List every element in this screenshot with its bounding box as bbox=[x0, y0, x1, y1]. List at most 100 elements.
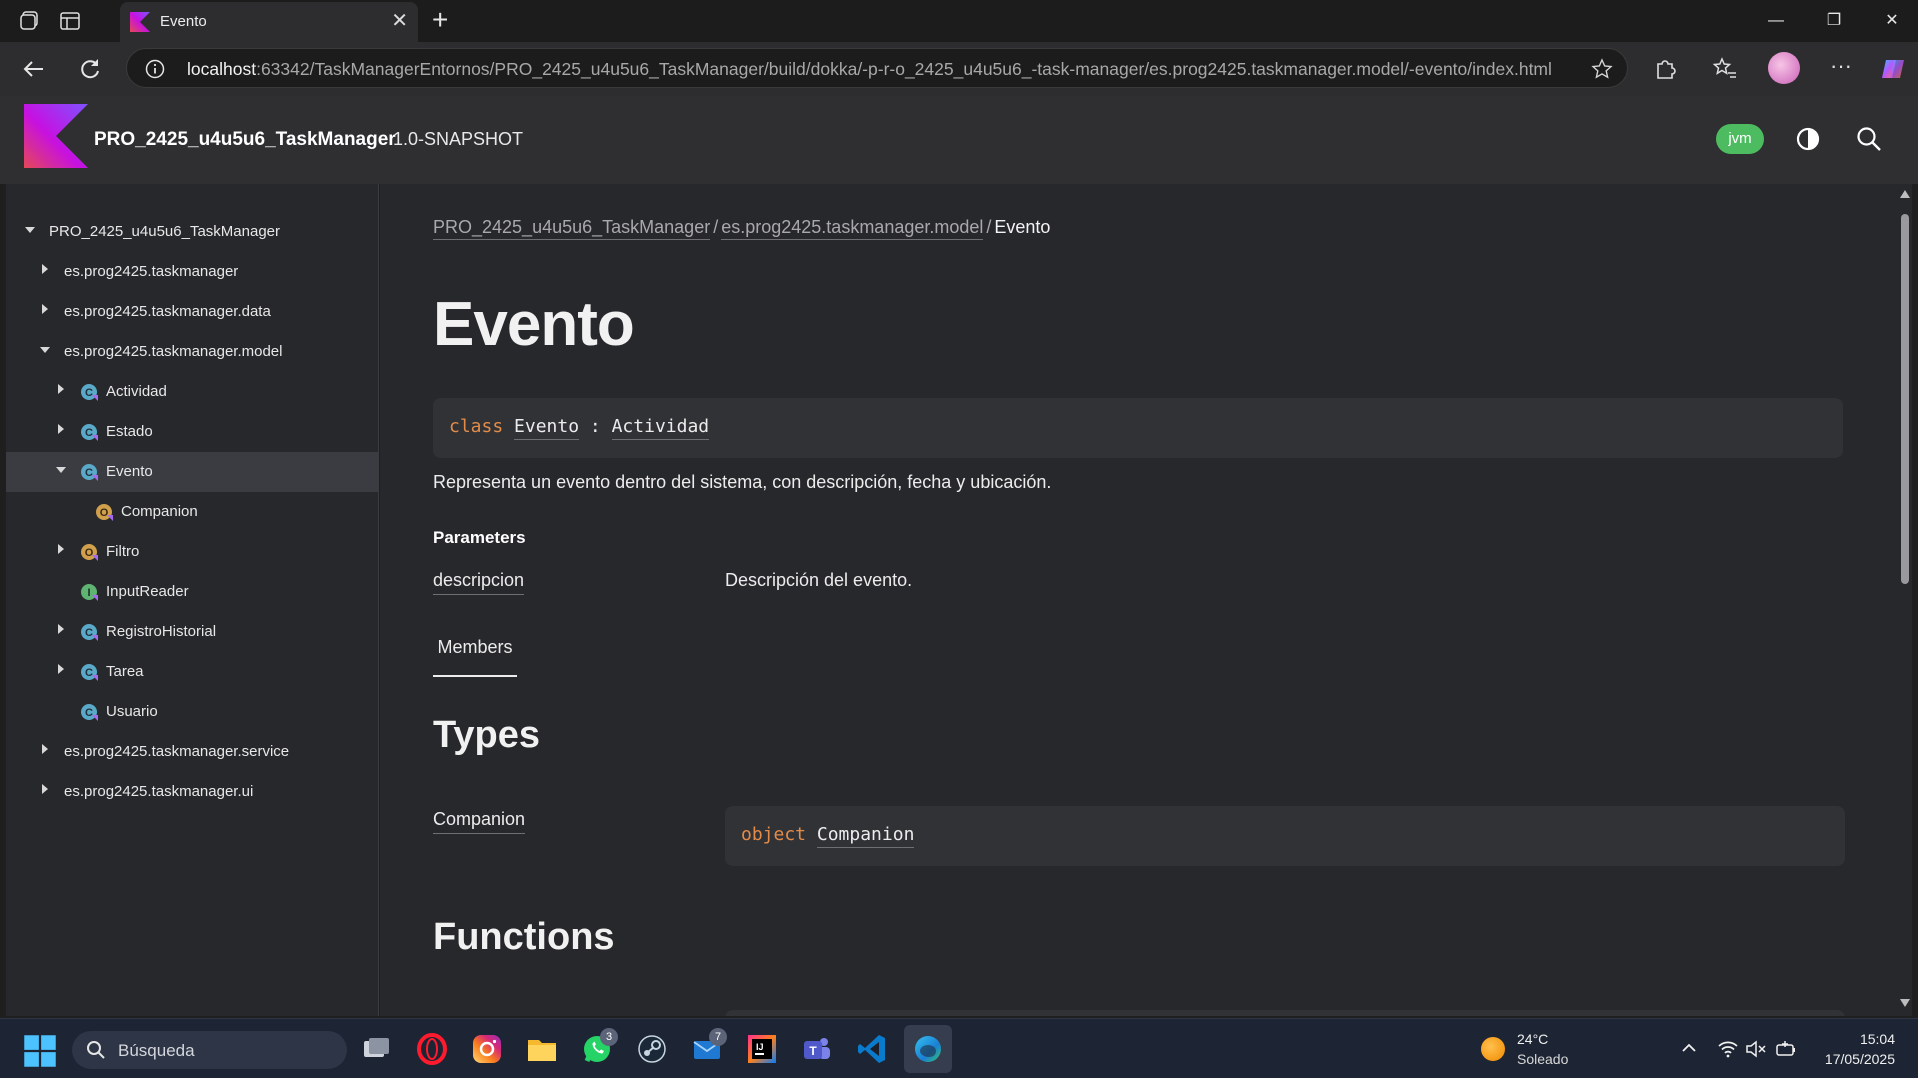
chevron-right-icon[interactable] bbox=[58, 384, 64, 394]
chevron-down-icon[interactable] bbox=[40, 347, 50, 353]
battery-icon[interactable] bbox=[1775, 1039, 1797, 1059]
scroll-down-icon[interactable] bbox=[1900, 999, 1910, 1007]
sidebar-item-package-data[interactable]: es.prog2425.taskmanager.data bbox=[6, 292, 379, 332]
file-explorer-icon[interactable] bbox=[524, 1031, 560, 1067]
sidebar-item-package-taskmanager[interactable]: es.prog2425.taskmanager bbox=[6, 252, 379, 292]
sidebar-item-package-model[interactable]: es.prog2425.taskmanager.model bbox=[6, 332, 379, 372]
sidebar-item-project-root[interactable]: PRO_2425_u4u5u6_TaskManager bbox=[6, 212, 379, 252]
page-scrollbar[interactable] bbox=[1898, 184, 1912, 1016]
chevron-right-icon[interactable] bbox=[42, 744, 48, 754]
restore-icon[interactable]: ❐ bbox=[1814, 6, 1854, 36]
svg-text:T: T bbox=[809, 1044, 817, 1058]
tab-evento[interactable]: Evento ✕ bbox=[120, 2, 418, 42]
minimize-icon[interactable]: — bbox=[1756, 6, 1796, 36]
url-path: :63342/TaskManagerEntornos/PRO_2425_u4u5… bbox=[256, 59, 1552, 79]
workspaces-icon[interactable] bbox=[18, 9, 42, 33]
clock-date[interactable]: 17/05/2025 bbox=[1815, 1051, 1895, 1067]
sidebar-item-label: Actividad bbox=[106, 383, 167, 400]
breadcrumb: PRO_2425_u4u5u6_TaskManager / es.prog2425.… bbox=[433, 217, 1050, 240]
sidebar-item-usuario[interactable]: C Usuario bbox=[6, 692, 379, 732]
type-signature-name[interactable]: Companion bbox=[816, 824, 915, 848]
wifi-icon[interactable] bbox=[1717, 1039, 1739, 1059]
breadcrumb-project-link[interactable]: PRO_2425_u4u5u6_TaskManager bbox=[433, 217, 711, 240]
copilot-icon[interactable] bbox=[1878, 54, 1908, 84]
theme-toggle-icon[interactable] bbox=[1795, 126, 1821, 152]
chevron-right-icon[interactable] bbox=[58, 544, 64, 554]
steam-icon[interactable] bbox=[634, 1031, 670, 1067]
address-bar[interactable]: localhost:63342/TaskManagerEntornos/PRO_… bbox=[126, 48, 1628, 88]
project-name[interactable]: PRO_2425_u4u5u6_TaskManager bbox=[94, 129, 396, 151]
chevron-right-icon[interactable] bbox=[42, 264, 48, 274]
svg-text:C: C bbox=[85, 427, 93, 439]
chevron-up-icon[interactable] bbox=[1680, 1039, 1698, 1057]
chevron-down-icon[interactable] bbox=[56, 467, 66, 473]
sidebar-item-label: es.prog2425.taskmanager.data bbox=[64, 303, 271, 320]
svg-text:C: C bbox=[85, 467, 93, 479]
type-keyword: object bbox=[741, 824, 807, 845]
profile-avatar[interactable] bbox=[1768, 52, 1800, 84]
functions-heading: Functions bbox=[433, 916, 615, 958]
type-name-link[interactable]: Companion bbox=[433, 809, 526, 834]
kotlin-logo-icon[interactable] bbox=[24, 104, 88, 168]
sidebar-item-inputreader[interactable]: I InputReader bbox=[6, 572, 379, 612]
url-text[interactable]: localhost:63342/TaskManagerEntornos/PRO_… bbox=[187, 59, 1552, 80]
signature-supertype-link[interactable]: Actividad bbox=[611, 416, 710, 440]
instagram-icon[interactable] bbox=[469, 1031, 505, 1067]
scroll-up-icon[interactable] bbox=[1900, 190, 1910, 198]
sidebar-item-package-service[interactable]: es.prog2425.taskmanager.service bbox=[6, 732, 379, 772]
sidebar-item-registrohistorial[interactable]: C RegistroHistorial bbox=[6, 612, 379, 652]
object-icon: O bbox=[81, 544, 98, 561]
close-window-icon[interactable]: ✕ bbox=[1872, 6, 1912, 36]
chevron-right-icon[interactable] bbox=[42, 784, 48, 794]
mail-badge: 7 bbox=[709, 1028, 727, 1046]
taskbar-search[interactable]: Búsqueda bbox=[72, 1031, 347, 1069]
more-menu-icon[interactable]: ··· bbox=[1826, 54, 1856, 84]
scroll-thumb[interactable] bbox=[1901, 214, 1909, 584]
object-icon: O bbox=[96, 504, 113, 521]
chevron-right-icon[interactable] bbox=[58, 424, 64, 434]
signature-class-name[interactable]: Evento bbox=[514, 416, 580, 440]
tab-actions-icon[interactable] bbox=[58, 9, 82, 33]
sidebar-item-label: Tarea bbox=[106, 663, 144, 680]
chevron-right-icon[interactable] bbox=[58, 664, 64, 674]
sidebar-item-estado[interactable]: C Estado bbox=[6, 412, 379, 452]
opera-icon[interactable] bbox=[414, 1031, 450, 1067]
back-icon[interactable] bbox=[18, 53, 50, 85]
extensions-icon[interactable] bbox=[1650, 54, 1680, 84]
chevron-right-icon[interactable] bbox=[42, 304, 48, 314]
svg-text:C: C bbox=[85, 707, 93, 719]
platform-filter-jvm[interactable]: jvm bbox=[1716, 124, 1764, 154]
sidebar-item-package-ui[interactable]: es.prog2425.taskmanager.ui bbox=[6, 772, 379, 812]
edge-icon[interactable] bbox=[910, 1031, 946, 1067]
site-info-icon[interactable] bbox=[145, 59, 165, 79]
teams-icon[interactable]: T bbox=[799, 1031, 835, 1067]
sidebar-item-actividad[interactable]: C Actividad bbox=[6, 372, 379, 412]
chevron-down-icon[interactable] bbox=[25, 227, 35, 233]
svg-text:I: I bbox=[87, 587, 90, 599]
chevron-right-icon[interactable] bbox=[58, 624, 64, 634]
clock-time[interactable]: 15:04 bbox=[1855, 1031, 1895, 1047]
sidebar-item-companion[interactable]: O Companion bbox=[6, 492, 379, 532]
windows-start-icon[interactable] bbox=[22, 1033, 58, 1069]
sidebar-item-tarea[interactable]: C Tarea bbox=[6, 652, 379, 692]
sidebar-item-evento[interactable]: C Evento bbox=[6, 452, 379, 492]
sidebar-item-filtro[interactable]: O Filtro bbox=[6, 532, 379, 572]
favorites-icon[interactable] bbox=[1710, 54, 1740, 84]
breadcrumb-package-link[interactable]: es.prog2425.taskmanager.model bbox=[721, 217, 984, 240]
class-icon: C bbox=[81, 624, 98, 641]
close-tab-icon[interactable]: ✕ bbox=[391, 10, 408, 32]
weather-condition[interactable]: Soleado bbox=[1517, 1051, 1568, 1067]
new-tab-icon[interactable]: + bbox=[432, 6, 448, 34]
volume-muted-icon[interactable] bbox=[1745, 1039, 1767, 1059]
taskbar-search-label: Búsqueda bbox=[118, 1041, 195, 1060]
vscode-icon[interactable] bbox=[854, 1031, 890, 1067]
task-view-icon[interactable] bbox=[358, 1031, 394, 1067]
parameter-name[interactable]: descripcion bbox=[433, 570, 525, 595]
tab-members[interactable]: Members bbox=[433, 637, 517, 677]
weather-temperature[interactable]: 24°C bbox=[1517, 1031, 1548, 1047]
weather-sun-icon[interactable] bbox=[1481, 1037, 1505, 1061]
intellij-idea-icon[interactable]: IJ bbox=[744, 1031, 780, 1067]
search-icon[interactable] bbox=[1855, 125, 1883, 153]
favorite-star-icon[interactable] bbox=[1591, 58, 1613, 80]
reload-icon[interactable] bbox=[74, 53, 106, 85]
